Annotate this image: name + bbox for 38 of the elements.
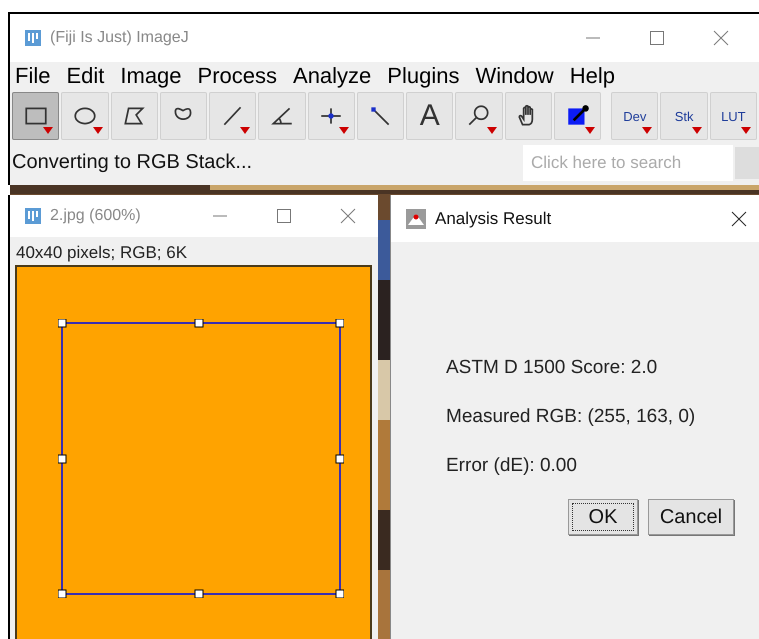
result-text: ASTM D 1500 Score: 2.0 bbox=[446, 357, 658, 379]
tool-button[interactable] bbox=[455, 92, 503, 140]
dialog-title: Analysis Result bbox=[435, 208, 552, 228]
menu-item[interactable]: Plugins bbox=[384, 63, 462, 89]
app-logo-icon bbox=[24, 29, 42, 47]
dialog-button[interactable]: OK bbox=[568, 499, 638, 535]
maximize-icon[interactable] bbox=[649, 30, 665, 46]
tool-button[interactable] bbox=[110, 92, 158, 140]
result-text: Measured RGB: (255, 163, 0) bbox=[446, 406, 696, 428]
dialog-button[interactable]: Cancel bbox=[648, 499, 734, 535]
tool-button[interactable] bbox=[12, 92, 60, 140]
tool-button[interactable] bbox=[356, 92, 404, 140]
window-title: 2.jpg (600%) bbox=[50, 207, 142, 225]
tool-button[interactable]: Dev bbox=[611, 92, 658, 140]
maximize-icon[interactable] bbox=[276, 208, 292, 224]
tool-button[interactable]: A bbox=[406, 92, 454, 140]
close-icon[interactable] bbox=[731, 210, 747, 226]
menu-item[interactable]: File bbox=[12, 63, 54, 89]
menu-item[interactable]: Image bbox=[117, 63, 185, 89]
tool-button[interactable] bbox=[554, 92, 602, 140]
menu-item[interactable]: Help bbox=[566, 63, 618, 89]
tool-button[interactable] bbox=[258, 92, 306, 140]
app-logo-icon bbox=[24, 207, 42, 225]
tool-button[interactable]: Stk bbox=[660, 92, 708, 140]
menu-item[interactable]: Analyze bbox=[290, 63, 374, 89]
tool-button[interactable] bbox=[160, 92, 208, 140]
result-text: Error (dE): 0.00 bbox=[446, 455, 578, 477]
status-text: Converting to RGB Stack... bbox=[11, 151, 254, 174]
menu-item[interactable]: Process bbox=[194, 63, 280, 89]
menu-item[interactable]: Edit bbox=[63, 63, 108, 89]
tool-button[interactable] bbox=[61, 92, 109, 140]
tool-button[interactable] bbox=[504, 92, 552, 140]
window-title: (Fiji Is Just) ImageJ bbox=[50, 29, 190, 47]
search-field[interactable]: Click here to search bbox=[523, 144, 733, 180]
tool-button[interactable]: LUT bbox=[710, 92, 757, 140]
dialog-icon bbox=[405, 208, 427, 230]
image-info: 40x40 pixels; RGB; 6K bbox=[15, 242, 188, 264]
menu-item[interactable]: Window bbox=[472, 63, 557, 89]
